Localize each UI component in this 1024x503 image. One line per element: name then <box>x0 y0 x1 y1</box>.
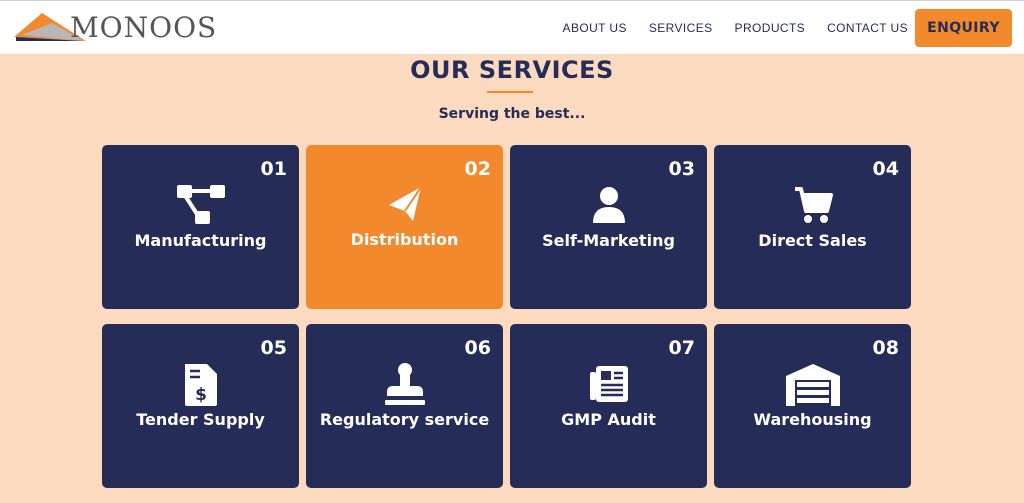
paper-plane-icon <box>388 186 422 221</box>
card-number: 08 <box>872 337 899 359</box>
section-title: OUR SERVICES <box>410 56 614 84</box>
title-underline <box>487 91 533 93</box>
card-number: 06 <box>464 337 491 359</box>
card-label: Warehousing <box>753 410 872 429</box>
brand-logo[interactable]: MONOOS <box>12 11 216 45</box>
warehouse-icon <box>785 364 840 406</box>
card-number: 01 <box>260 158 287 180</box>
invoice-dollar-icon: $ <box>184 364 217 406</box>
service-card-distribution[interactable]: 02 Distribution <box>306 145 503 309</box>
card-number: 07 <box>668 337 695 359</box>
card-label: Manufacturing <box>134 231 267 250</box>
brand-name: MONOOS <box>70 11 218 44</box>
process-flow-icon <box>176 185 225 224</box>
card-label: Tender Supply <box>136 410 265 429</box>
card-number: 02 <box>464 158 491 180</box>
card-label: Distribution <box>350 230 459 249</box>
site-header: MONOOS ABOUT US SERVICES PRODUCTS CONTAC… <box>0 0 1024 54</box>
nav-about-us[interactable]: ABOUT US <box>563 21 627 35</box>
card-label: GMP Audit <box>561 410 656 429</box>
card-number: 05 <box>260 337 287 359</box>
newspaper-icon <box>589 366 628 402</box>
user-icon <box>592 187 625 223</box>
service-card-tender-supply[interactable]: 05 $ Tender Supply <box>102 324 299 488</box>
card-label: Direct Sales <box>758 231 867 250</box>
main-nav: ABOUT US SERVICES PRODUCTS CONTACT US EN… <box>563 1 1012 55</box>
nav-products[interactable]: PRODUCTS <box>735 21 806 35</box>
card-number: 04 <box>872 158 899 180</box>
service-card-self-marketing[interactable]: 03 Self-Marketing <box>510 145 707 309</box>
stamp-icon <box>384 363 425 405</box>
section-subtitle: Serving the best... <box>438 106 586 122</box>
nav-contact-us[interactable]: CONTACT US <box>827 21 908 35</box>
service-card-gmp-audit[interactable]: 07 GMP Audit <box>510 324 707 488</box>
card-label: Self-Marketing <box>542 231 675 250</box>
service-card-regulatory-service[interactable]: 06 Regulatory service <box>306 324 503 488</box>
nav-services[interactable]: SERVICES <box>649 21 713 35</box>
shopping-cart-icon <box>794 187 833 223</box>
card-number: 03 <box>668 158 695 180</box>
card-label: Regulatory service <box>319 410 490 429</box>
svg-text:$: $ <box>195 385 207 405</box>
service-card-warehousing[interactable]: 08 Warehousing <box>714 324 911 488</box>
enquiry-button[interactable]: ENQUIRY <box>915 9 1012 47</box>
service-card-manufacturing[interactable]: 01 Manufacturing <box>102 145 299 309</box>
services-grid: 01 Manufacturing 02 Distribution 03 Self… <box>102 145 911 488</box>
service-card-direct-sales[interactable]: 04 Direct Sales <box>714 145 911 309</box>
